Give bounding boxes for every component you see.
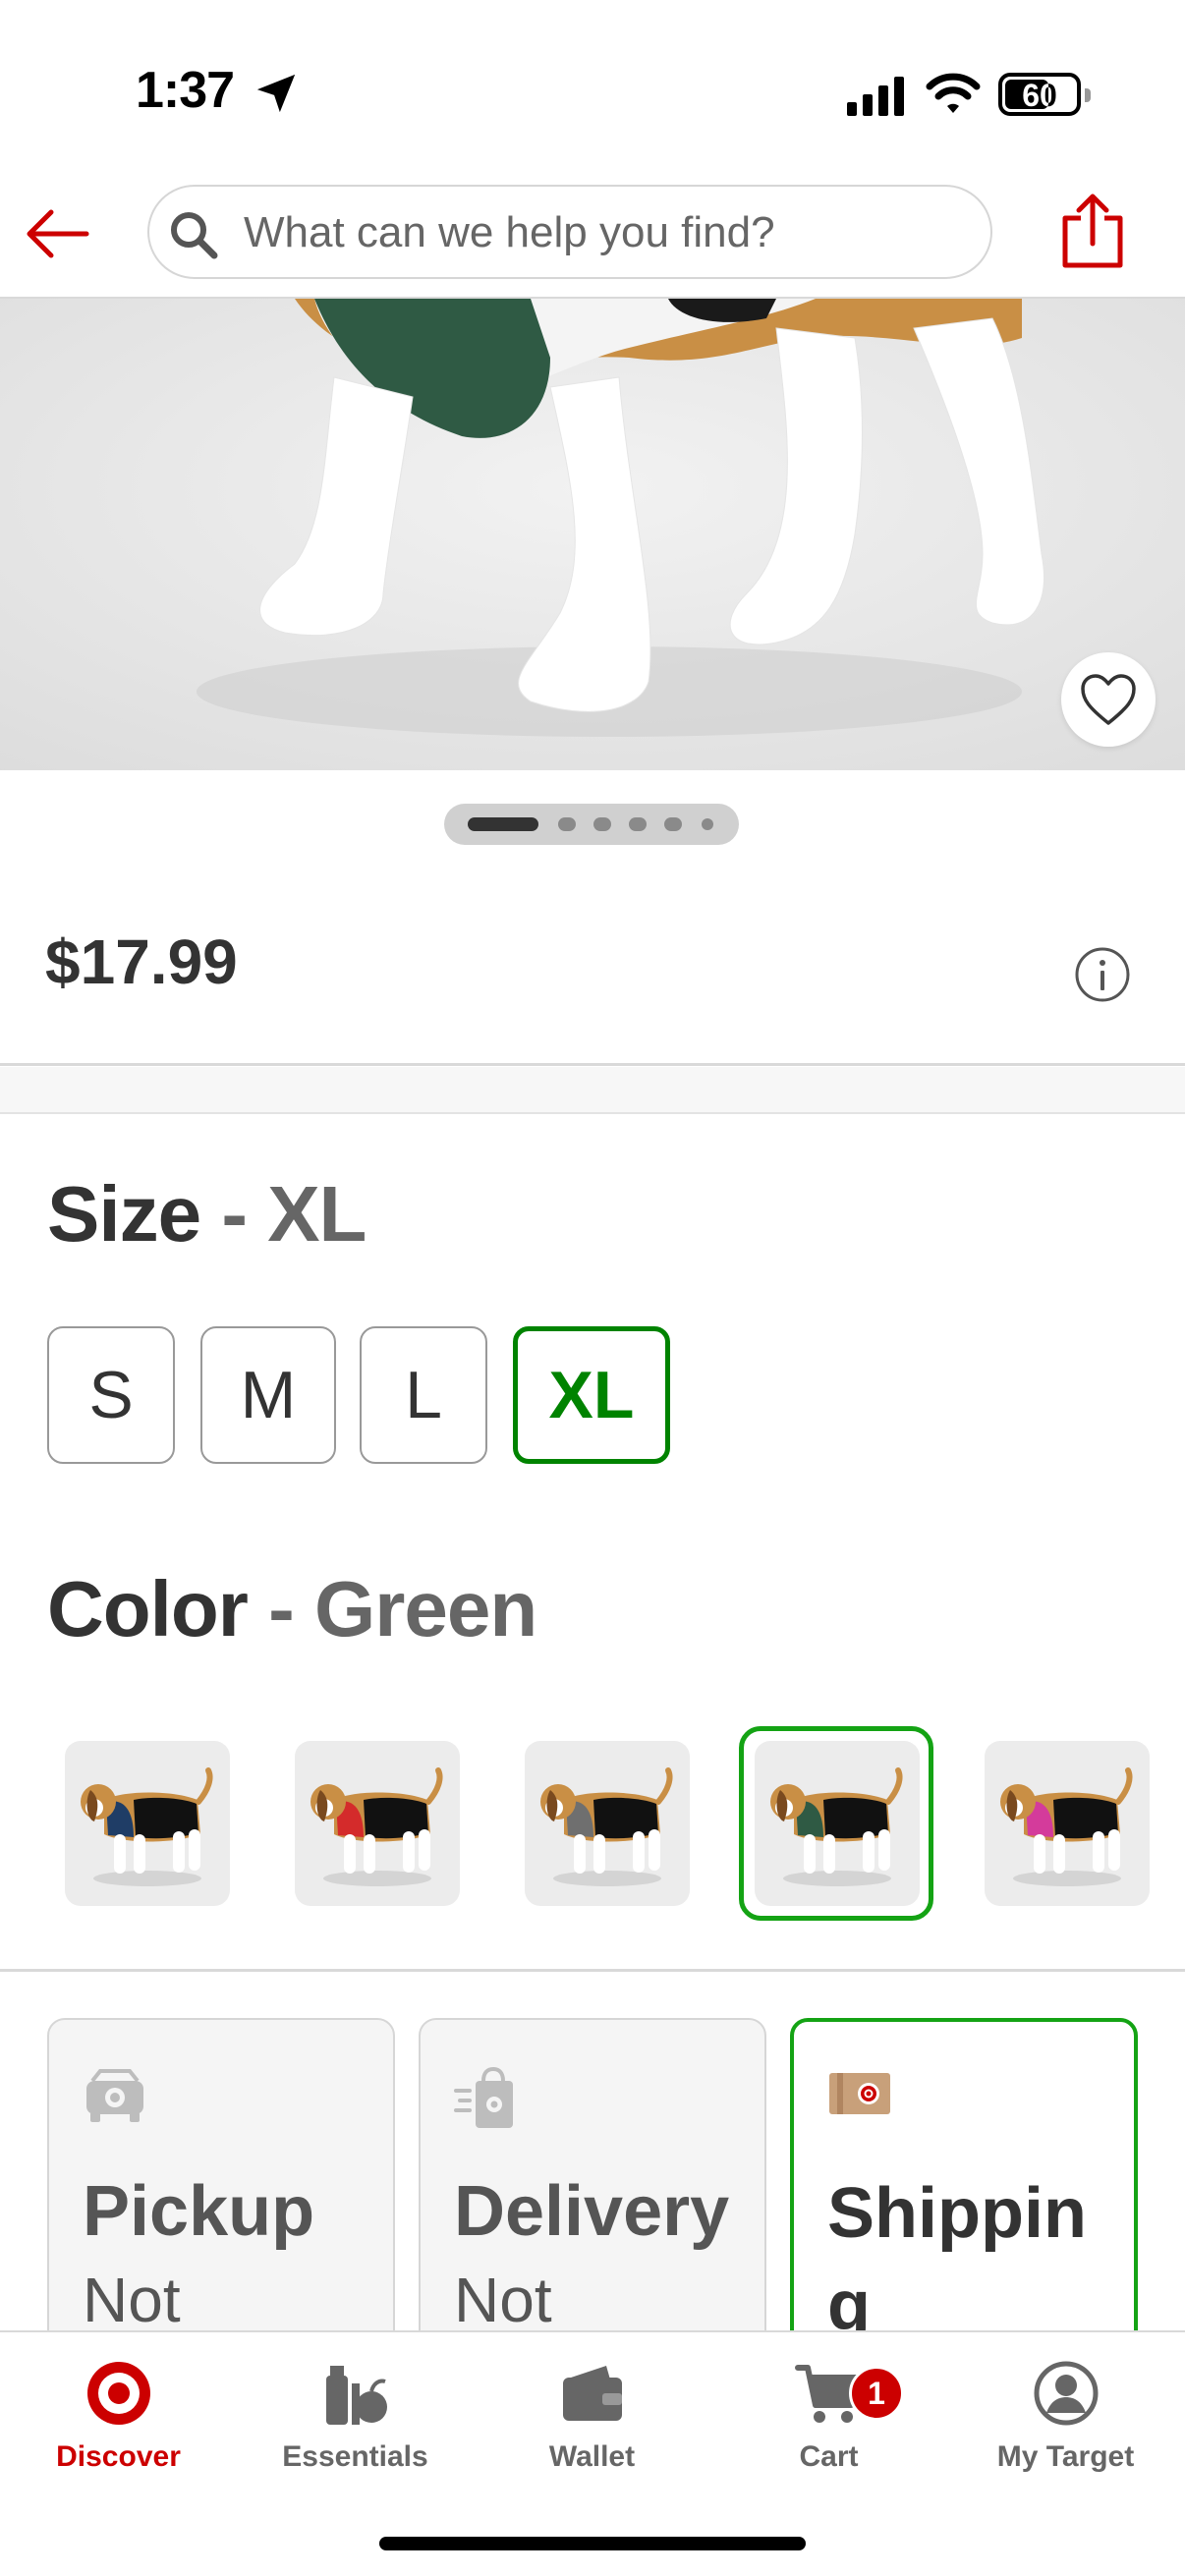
color-swatch-red[interactable] xyxy=(295,1741,460,1906)
tab-wallet-label: Wallet xyxy=(548,2440,636,2473)
color-swatch-gray[interactable] xyxy=(525,1741,690,1906)
tab-cart[interactable]: Cart xyxy=(710,2332,947,2490)
carousel-dot xyxy=(593,817,611,831)
tab-my-target[interactable]: My Target xyxy=(947,2332,1184,2490)
carousel-dot xyxy=(629,817,647,831)
favorite-button[interactable] xyxy=(1061,652,1156,747)
status-bar: 1:37 60 xyxy=(0,0,1185,177)
section-divider xyxy=(0,1969,1185,1972)
info-icon[interactable] xyxy=(1073,945,1132,1009)
section-divider xyxy=(0,1067,1185,1114)
dog-thumbnail-image xyxy=(770,1767,903,1886)
product-image[interactable] xyxy=(0,297,1185,770)
shipping-title: Shippin g xyxy=(827,2174,1087,2345)
search-bar[interactable] xyxy=(147,185,992,279)
search-icon xyxy=(167,208,220,266)
shipping-box-icon xyxy=(827,2069,892,2123)
share-button[interactable] xyxy=(1059,191,1126,271)
color-heading-label: Color xyxy=(47,1565,249,1652)
home-indicator[interactable] xyxy=(379,2537,806,2550)
wifi-icon xyxy=(926,71,981,121)
carousel-dot xyxy=(664,817,682,831)
carousel-dot xyxy=(702,818,713,830)
share-icon xyxy=(1062,194,1123,268)
dog-thumbnail-image xyxy=(310,1767,443,1886)
delivery-status: Not xyxy=(454,2265,552,2335)
dog-thumbnail-image xyxy=(81,1767,213,1886)
back-arrow-icon xyxy=(27,209,89,258)
price-row: $17.99 xyxy=(0,914,1185,1066)
size-option-s[interactable]: S xyxy=(47,1326,175,1464)
search-input[interactable] xyxy=(244,204,971,261)
size-heading-separator: - xyxy=(221,1170,248,1258)
cart-icon xyxy=(710,2358,947,2429)
carousel-dot-active xyxy=(468,817,538,831)
tab-discover[interactable]: Discover xyxy=(0,2332,237,2490)
size-option-xl[interactable]: XL xyxy=(513,1326,670,1464)
status-time: 1:37 xyxy=(136,62,235,119)
tab-essentials-label: Essentials xyxy=(282,2440,428,2473)
size-option-m[interactable]: M xyxy=(200,1326,336,1464)
location-arrow-icon xyxy=(254,71,299,121)
color-selected-value: Green xyxy=(313,1565,537,1652)
pickup-car-icon xyxy=(83,2067,147,2129)
tab-cart-label: Cart xyxy=(799,2440,859,2473)
tab-essentials[interactable]: Essentials xyxy=(237,2332,474,2490)
essentials-icon xyxy=(237,2358,474,2429)
search-header xyxy=(0,177,1185,297)
color-swatch-navy[interactable] xyxy=(65,1741,230,1906)
tab-my-target-label: My Target xyxy=(996,2440,1135,2473)
dog-thumbnail-image xyxy=(540,1767,673,1886)
dog-thumbnail-image xyxy=(1000,1767,1133,1886)
color-heading-separator: - xyxy=(268,1565,295,1652)
battery-percent: 60 xyxy=(1022,78,1057,113)
size-selected-value: XL xyxy=(267,1170,367,1258)
size-heading-label: Size xyxy=(47,1170,201,1258)
pickup-title: Pickup xyxy=(83,2172,315,2251)
battery-icon: 60 xyxy=(998,73,1091,116)
color-swatch-green[interactable] xyxy=(755,1741,920,1906)
tab-discover-label: Discover xyxy=(56,2440,181,2473)
target-bullseye-icon xyxy=(0,2358,237,2429)
account-icon xyxy=(947,2358,1184,2429)
pickup-status: Not xyxy=(83,2265,181,2335)
heart-icon xyxy=(1081,674,1136,725)
cart-count-badge: 1 xyxy=(849,2366,904,2421)
carousel-page-indicator[interactable] xyxy=(444,804,739,845)
size-option-l[interactable]: L xyxy=(360,1326,487,1464)
product-price: $17.99 xyxy=(45,926,238,997)
wallet-icon xyxy=(474,2358,710,2429)
delivery-bag-icon xyxy=(454,2066,519,2135)
tab-wallet[interactable]: Wallet xyxy=(474,2332,710,2490)
size-heading: Size - XL xyxy=(47,1169,367,1260)
delivery-title: Delivery xyxy=(454,2172,730,2251)
carousel-dot xyxy=(558,817,576,831)
color-swatch-pink[interactable] xyxy=(985,1741,1150,1906)
cellular-signal-icon xyxy=(847,77,906,121)
color-heading: Color - Green xyxy=(47,1564,537,1654)
dog-mannequin-illustration xyxy=(0,299,1185,770)
back-button[interactable] xyxy=(22,198,92,269)
